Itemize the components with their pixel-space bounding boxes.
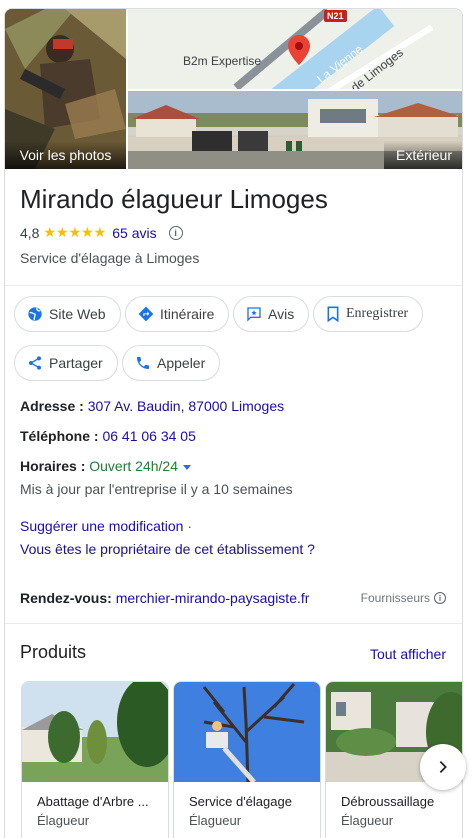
product-name: Abattage d'Arbre ... [37, 794, 149, 809]
hours-label: Horaires : [20, 458, 86, 474]
owner-link[interactable]: Vous êtes le propriétaire de cet établis… [20, 541, 315, 557]
address-link[interactable]: 307 Av. Baudin, 87000 Limoges [88, 398, 284, 414]
product-card[interactable]: Abattage d'Arbre ... Élagueur [21, 681, 169, 838]
hours-updated: Mis à jour par l'entreprise il y a 10 se… [20, 481, 293, 497]
rating-value: 4,8 [20, 224, 40, 241]
owner-row: Vous êtes le propriétaire de cet établis… [20, 541, 315, 557]
reviews-label: Avis [268, 306, 295, 322]
product-image-art [22, 682, 168, 782]
divider [5, 623, 462, 624]
suppliers-info[interactable]: Fournisseurs i [361, 591, 446, 605]
business-name: Mirando élagueur Limoges [20, 184, 328, 214]
share-button[interactable]: Partager [14, 345, 118, 381]
info-icon[interactable]: i [168, 225, 183, 240]
suggest-row: Suggérer une modification · [20, 518, 192, 534]
n21-shield: N21 [324, 10, 347, 22]
exterior-label: Extérieur [384, 141, 462, 169]
product-image-art [174, 682, 320, 784]
call-button[interactable]: Appeler [122, 345, 221, 381]
suppliers-label: Fournisseurs [360, 591, 430, 605]
hours-row: Horaires : Ouvert 24h/24 [20, 458, 192, 474]
share-icon [29, 356, 41, 370]
phone-label: Téléphone : [20, 428, 99, 444]
appointment-label: Rendez-vous: [20, 590, 112, 606]
product-image [22, 682, 168, 782]
next-products-button[interactable] [420, 744, 466, 790]
main-photo[interactable]: Voir les photos [5, 9, 126, 169]
suggest-edit-link[interactable]: Suggérer une modification [20, 518, 183, 534]
map-place-label: B2m Expertise [183, 54, 262, 68]
product-image [174, 682, 320, 784]
photo-strip: Voir les photos N21 B2m Expertise La Vie… [5, 9, 462, 169]
product-name: Service d'élagage [189, 794, 292, 809]
see-all-link[interactable]: Tout afficher [370, 646, 446, 662]
address-row: Adresse : 307 Av. Baudin, 87000 Limoges [20, 398, 284, 414]
separator-dot: · [187, 518, 192, 534]
share-label: Partager [49, 355, 103, 371]
directions-button[interactable]: Itinéraire [125, 296, 230, 332]
bookmark-icon [327, 306, 339, 322]
business-category: Service d'élagage à Limoges [20, 250, 200, 266]
address-label: Adresse : [20, 398, 84, 414]
star-rating-icon: ★★★★★ [43, 224, 107, 240]
website-button[interactable]: Site Web [14, 296, 121, 332]
rating-row: 4,8 ★★★★★ 65 avis i [20, 224, 183, 241]
website-label: Site Web [49, 306, 106, 322]
map-thumbnail[interactable]: N21 B2m Expertise La Vienne de Limoges [128, 9, 462, 89]
reviews-link[interactable]: 65 avis [112, 225, 156, 241]
divider [5, 285, 462, 286]
exterior-photo[interactable]: Extérieur [128, 91, 462, 169]
hours-status[interactable]: Ouvert 24h/24 [89, 458, 178, 474]
products-heading: Produits [20, 642, 87, 662]
phone-icon [137, 357, 149, 369]
chevron-right-icon [439, 761, 447, 773]
save-label: Enregistrer [346, 306, 409, 321]
see-photos-label: Voir les photos [5, 141, 126, 169]
review-icon [247, 307, 261, 322]
reviews-button[interactable]: Avis [233, 296, 310, 332]
map-pin-icon [288, 35, 310, 65]
product-name: Débroussaillage [341, 794, 435, 809]
appointment-link[interactable]: merchier-mirando-paysagiste.fr [116, 590, 310, 606]
product-card[interactable]: Service d'élagage Élagueur [173, 681, 321, 838]
phone-row: Téléphone : 06 41 06 34 05 [20, 428, 196, 444]
knowledge-panel: Voir les photos N21 B2m Expertise La Vie… [4, 8, 463, 838]
globe-icon [28, 307, 42, 321]
product-category: Élagueur [189, 813, 242, 828]
suppliers-info-icon[interactable]: i [434, 592, 446, 604]
appointment-row: Rendez-vous: merchier-mirando-paysagiste… [20, 590, 309, 606]
product-category: Élagueur [37, 813, 90, 828]
phone-link[interactable]: 06 41 06 34 05 [102, 428, 195, 444]
call-label: Appeler [157, 355, 206, 371]
save-button[interactable]: Enregistrer [313, 296, 424, 332]
caret-down-icon[interactable] [182, 462, 192, 472]
directions-label: Itinéraire [160, 306, 215, 322]
product-category: Élagueur [341, 813, 394, 828]
directions-icon [138, 306, 154, 322]
